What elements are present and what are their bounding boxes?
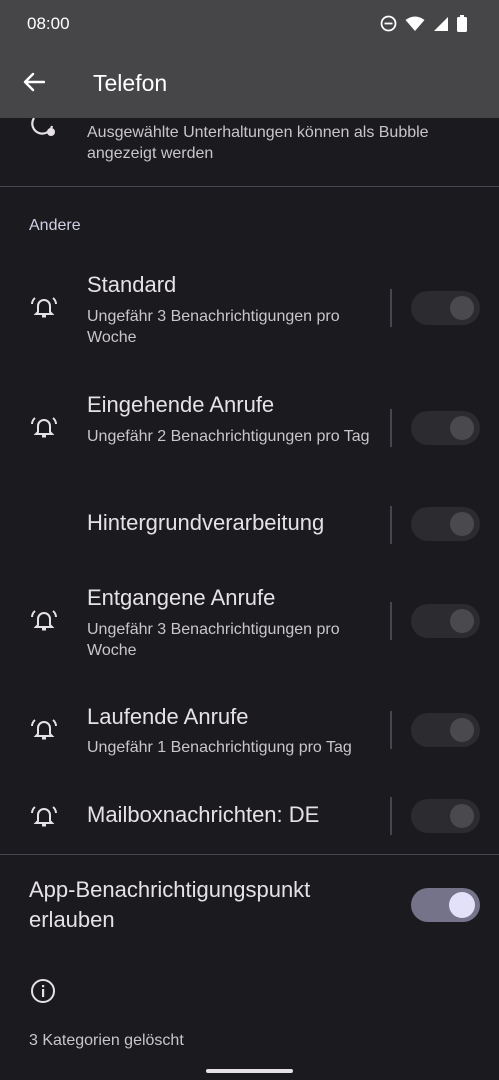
separator [390,506,392,544]
mailbox-toggle[interactable] [411,799,480,833]
notification-dot-toggle[interactable] [411,888,480,922]
bell-icon [30,803,58,834]
separator [390,797,392,835]
separator [390,711,392,749]
channel-title: Standard [87,272,177,297]
channel-row-standard[interactable]: Standard Ungefähr 3 Benachrichtigungen p… [0,262,499,357]
ongoing-calls-toggle[interactable] [411,713,480,747]
status-time: 08:00 [27,14,70,33]
app-bar: Telefon [0,50,499,118]
standard-toggle[interactable] [411,291,480,325]
separator [390,289,392,327]
separator [390,409,392,447]
info-icon [30,978,56,1009]
notification-dot-label[interactable]: App-Benachrichtigungspunkt erlauben [29,875,379,935]
channel-row-background-processing[interactable]: Hintergrundverarbeitung [0,498,499,553]
section-header: Andere [29,217,81,234]
toggle-knob [450,512,474,536]
channel-title: Laufende Anrufe [87,704,249,729]
toggle-knob [450,609,474,633]
channel-title: Mailboxnachrichten: DE [87,802,320,827]
bubbles-description: Ausgewählte Unterhaltungen können als Bu… [87,124,429,162]
signal-icon [433,16,449,37]
channel-title: Entgangene Anrufe [87,585,276,610]
bell-icon [30,607,58,638]
incoming-calls-toggle[interactable] [411,411,480,445]
deleted-categories-text: 3 Kategorien gelöscht [29,1032,184,1049]
missed-calls-toggle[interactable] [411,604,480,638]
toggle-knob [450,296,474,320]
channel-subtitle: Ungefähr 1 Benachrichtigung pro Tag [87,739,352,756]
toggle-knob [450,718,474,742]
page-title: Telefon [93,70,168,96]
battery-icon [457,15,467,37]
divider [0,854,499,855]
navigation-handle[interactable] [206,1069,293,1073]
separator [390,602,392,640]
channel-row-mailbox[interactable]: Mailboxnachrichten: DE [0,789,499,844]
status-bar: 08:00 [0,0,499,50]
status-icons [380,15,467,37]
channel-title: Eingehende Anrufe [87,392,275,417]
bell-icon [30,716,58,747]
divider [0,186,499,187]
arrow-back-icon [23,72,46,97]
toggle-knob [450,416,474,440]
background-processing-toggle[interactable] [411,507,480,541]
channel-subtitle: Ungefähr 3 Benachrichtigungen pro Woche [87,621,340,659]
channel-row-ongoing-calls[interactable]: Laufende Anrufe Ungefähr 1 Benachrichtig… [0,694,499,768]
bubble-icon [30,117,58,145]
channel-subtitle: Ungefähr 2 Benachrichtigungen pro Tag [87,428,370,445]
bell-icon [30,414,58,445]
wifi-icon [405,16,425,37]
channel-row-incoming-calls[interactable]: Eingehende Anrufe Ungefähr 2 Benachricht… [0,382,499,477]
toggle-knob [449,892,475,918]
channel-subtitle: Ungefähr 3 Benachrichtigungen pro Woche [87,308,340,346]
back-button[interactable] [18,68,50,100]
toggle-knob [450,804,474,828]
channel-title: Hintergrundverarbeitung [87,510,325,535]
bubbles-setting-row[interactable]: Ausgewählte Unterhaltungen können als Bu… [0,117,499,186]
channel-row-missed-calls[interactable]: Entgangene Anrufe Ungefähr 3 Benachricht… [0,575,499,670]
bell-icon [30,294,58,325]
do-not-disturb-icon [380,15,397,37]
